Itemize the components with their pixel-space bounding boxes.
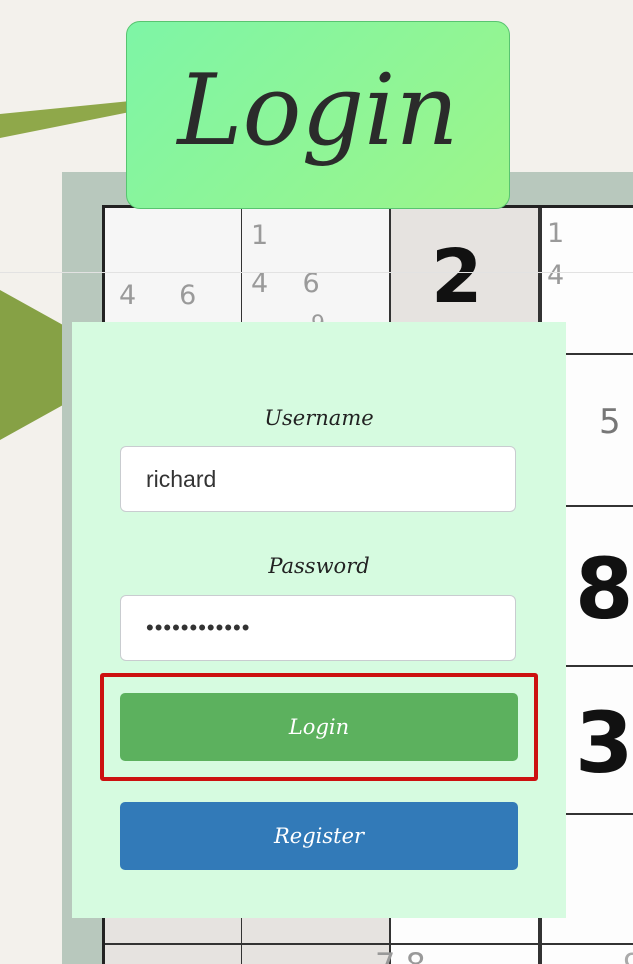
candidate-digits: 1 — [251, 220, 269, 251]
grid-line — [105, 943, 633, 945]
leaf-upper — [0, 100, 140, 138]
username-label: Username — [264, 406, 374, 430]
password-label: Password — [268, 554, 370, 578]
candidate-digits: 1 — [547, 218, 565, 249]
page-title: Login — [177, 54, 459, 168]
given-digit: 2 — [431, 234, 483, 320]
title-banner: Login — [126, 21, 510, 209]
candidate-digits: 4 — [547, 260, 565, 291]
candidate-digits: 9 — [623, 948, 633, 964]
candidate-digits: 4 6 — [119, 280, 197, 311]
candidate-digits: 7 8 — [375, 946, 426, 964]
username-input[interactable] — [120, 446, 516, 512]
candidate-digits: 5 — [599, 402, 621, 442]
given-digit: 3 — [575, 694, 633, 792]
divider-line — [0, 272, 633, 273]
register-button[interactable]: Register — [120, 802, 518, 870]
login-panel: Username Password Login Register — [72, 322, 566, 918]
given-digit: 8 — [575, 540, 633, 638]
password-input[interactable] — [120, 595, 516, 661]
login-button[interactable]: Login — [120, 693, 518, 761]
